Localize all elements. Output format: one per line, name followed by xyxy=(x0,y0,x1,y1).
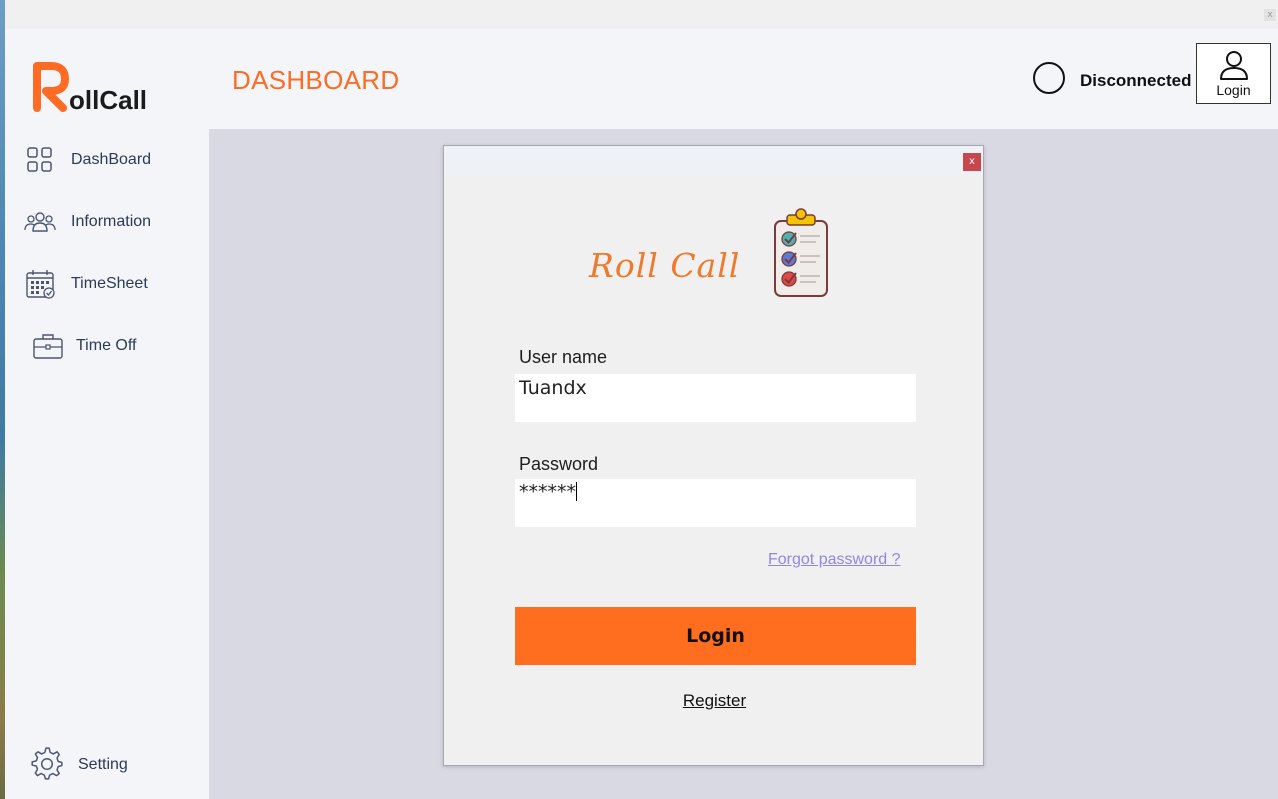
page-title: DASHBOARD xyxy=(232,65,400,95)
users-icon xyxy=(24,212,56,232)
password-label: Password xyxy=(519,454,599,474)
password-value: ****** xyxy=(519,481,576,503)
sidebar-item-label: Information xyxy=(71,213,152,230)
connection-status-indicator xyxy=(1033,62,1065,94)
password-input[interactable]: ****** xyxy=(515,479,916,527)
sidebar-item-label: Time Off xyxy=(76,337,137,354)
username-label: User name xyxy=(519,347,608,367)
sidebar-item-setting[interactable]: Setting xyxy=(23,744,203,784)
gear-icon xyxy=(31,747,63,780)
sidebar-item-label: Setting xyxy=(78,756,128,773)
header: DASHBOARD Disconnected Login xyxy=(209,30,1278,129)
briefcase-icon xyxy=(33,334,63,359)
header-login-label: Login xyxy=(1216,82,1251,98)
clipboard-checklist-icon xyxy=(774,208,828,297)
register-link[interactable]: Register xyxy=(444,691,985,711)
dialog-title-bar: x xyxy=(444,146,983,175)
username-input[interactable]: Tuandx xyxy=(515,374,916,422)
sidebar-item-time-off[interactable]: Time Off xyxy=(23,326,203,366)
sidebar-item-label: TimeSheet xyxy=(71,275,148,292)
logo-text: ollCall xyxy=(69,85,148,115)
sidebar-item-label: DashBoard xyxy=(71,151,152,168)
header-login-button[interactable]: Login xyxy=(1196,43,1271,104)
sidebar: ollCall DashBoard Information TimeSheet … xyxy=(5,30,209,799)
sidebar-item-information[interactable]: Information xyxy=(23,202,203,242)
register-label: Register xyxy=(682,691,747,710)
connection-status-text: Disconnected xyxy=(1080,71,1192,90)
username-value: Tuandx xyxy=(519,377,587,399)
window-close-button[interactable]: x xyxy=(1264,9,1276,21)
window-title-bar: x xyxy=(5,0,1278,30)
forgot-password-link[interactable]: Forgot password ? xyxy=(768,551,901,569)
login-dialog: x Roll Call User name Tuandx Password **… xyxy=(443,145,984,766)
user-icon xyxy=(1220,51,1248,80)
dialog-brand-title: Roll Call xyxy=(589,246,741,285)
text-caret xyxy=(576,482,577,501)
logo-r-icon xyxy=(33,62,69,112)
login-button[interactable]: Login xyxy=(515,607,916,665)
dialog-close-button[interactable]: x xyxy=(963,153,981,171)
grid-icon xyxy=(27,147,52,172)
sidebar-item-timesheet[interactable]: TimeSheet xyxy=(23,264,203,304)
calendar-icon xyxy=(26,270,55,299)
app-logo: ollCall xyxy=(29,56,209,116)
sidebar-item-dashboard[interactable]: DashBoard xyxy=(23,140,203,180)
